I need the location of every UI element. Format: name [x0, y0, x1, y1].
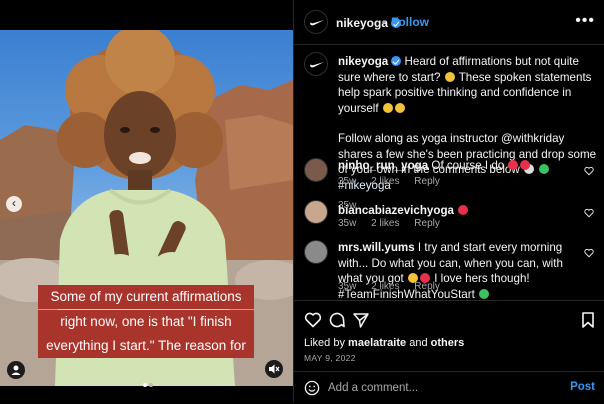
follow-button[interactable]: Follow: [391, 15, 429, 29]
comment-likes[interactable]: 2 likes: [371, 281, 399, 292]
comment-text: Of course I do: [431, 159, 505, 172]
caption-username[interactable]: nikeyoga: [338, 55, 388, 68]
nike-swoosh-icon: [310, 62, 324, 68]
heart-eyes-emoji-icon: [508, 160, 519, 170]
red-heart-emoji-icon: [458, 205, 469, 215]
author-avatar[interactable]: [304, 10, 328, 34]
video-subtitle-line-2: right now, one is that "I finish: [38, 310, 254, 334]
post-date: MAY 9, 2022: [304, 353, 356, 363]
video-subtitle-line-3: everything I start." The reason for: [38, 334, 254, 358]
add-comment-input[interactable]: [328, 380, 548, 396]
comment-meta: 35w 2 likes Reply: [338, 218, 452, 229]
post-actions-section: Liked by maelatraite and others MAY 9, 2…: [294, 300, 604, 403]
carousel-dot: [149, 383, 153, 387]
user-tag-icon: [11, 365, 21, 375]
comment-body: ninho_run_yoga Of course I do: [338, 158, 583, 174]
flexed-bicep-emoji-icon: [394, 102, 405, 113]
post-comment-button[interactable]: Post: [570, 381, 595, 393]
liked-by-prefix: Liked by: [304, 337, 345, 349]
comment-body: mrs.will.yums I try and start every morn…: [338, 240, 583, 302]
comment-username[interactable]: ninho_run_yoga: [338, 159, 428, 172]
speaker-muted-icon: [269, 364, 280, 374]
comment-bubble-icon[interactable]: [328, 311, 346, 329]
comment-reply-button[interactable]: Reply: [414, 281, 440, 292]
like-comment-heart-icon[interactable]: [584, 166, 594, 176]
heart-eyes-emoji-icon: [520, 160, 531, 170]
comment-time: 35w: [338, 281, 357, 292]
comment-likes[interactable]: 2 likes: [371, 218, 399, 229]
save-bookmark-icon[interactable]: [579, 311, 597, 329]
add-comment-bar: Post: [294, 371, 604, 404]
liked-by-text: Liked by maelatraite and others: [304, 337, 464, 349]
comment-meta: 35w 2 likes Reply: [338, 281, 452, 292]
chevron-left-icon: ‹: [12, 196, 16, 210]
comment-username[interactable]: biancabiazevichyoga: [338, 204, 454, 217]
comment-reply-button[interactable]: Reply: [414, 176, 440, 187]
post-caption: nikeyoga Heard of affirmations but not q…: [338, 54, 600, 214]
comment-reply-button[interactable]: Reply: [414, 218, 440, 229]
tagged-users-button[interactable]: [7, 361, 25, 379]
comment-body: biancabiazevichyoga: [338, 203, 583, 219]
like-comment-heart-icon[interactable]: [584, 248, 594, 258]
comment-time: 35w: [338, 218, 357, 229]
video-subtitle-line-1: Some of my current affirmations: [38, 285, 254, 309]
commenter-avatar[interactable]: [304, 200, 328, 224]
instagram-post-view: Some of my current affirmations right no…: [0, 0, 604, 402]
verified-badge-icon: [391, 56, 402, 66]
more-options-icon[interactable]: •••: [575, 12, 595, 30]
mute-toggle-button[interactable]: [265, 360, 283, 378]
commenter-avatar[interactable]: [304, 158, 328, 182]
caption-author-avatar[interactable]: [304, 52, 328, 76]
post-details-panel: nikeyoga • Follow ••• nikeyoga Heard of …: [293, 0, 604, 402]
thinking-face-emoji-icon: [444, 71, 455, 82]
carousel-dot: [143, 383, 147, 387]
comment-time: 35w: [338, 176, 357, 187]
header-separator: •: [382, 15, 387, 29]
nike-swoosh-icon: [310, 20, 324, 26]
author-username: nikeyoga: [336, 16, 389, 30]
comment-meta: 35w 2 likes Reply: [338, 176, 452, 187]
comment-likes[interactable]: 2 likes: [371, 176, 399, 187]
like-comment-heart-icon[interactable]: [584, 208, 594, 218]
like-heart-icon[interactable]: [304, 311, 322, 329]
green-heart-emoji-icon: [479, 288, 490, 299]
liked-by-others-link[interactable]: others: [431, 337, 465, 349]
post-header: nikeyoga • Follow •••: [294, 0, 604, 45]
post-media[interactable]: Some of my current affirmations right no…: [0, 0, 293, 402]
sparkles-emoji-icon: [382, 102, 393, 113]
carousel-indicator: [142, 374, 154, 392]
commenter-avatar[interactable]: [304, 240, 328, 264]
liked-by-and: and: [409, 337, 428, 349]
liked-by-user-link[interactable]: maelatraite: [348, 337, 406, 349]
previous-media-button[interactable]: ‹: [6, 196, 22, 212]
emoji-picker-icon[interactable]: [304, 380, 320, 396]
comment-username[interactable]: mrs.will.yums: [338, 241, 415, 254]
share-paper-plane-icon[interactable]: [352, 311, 370, 329]
